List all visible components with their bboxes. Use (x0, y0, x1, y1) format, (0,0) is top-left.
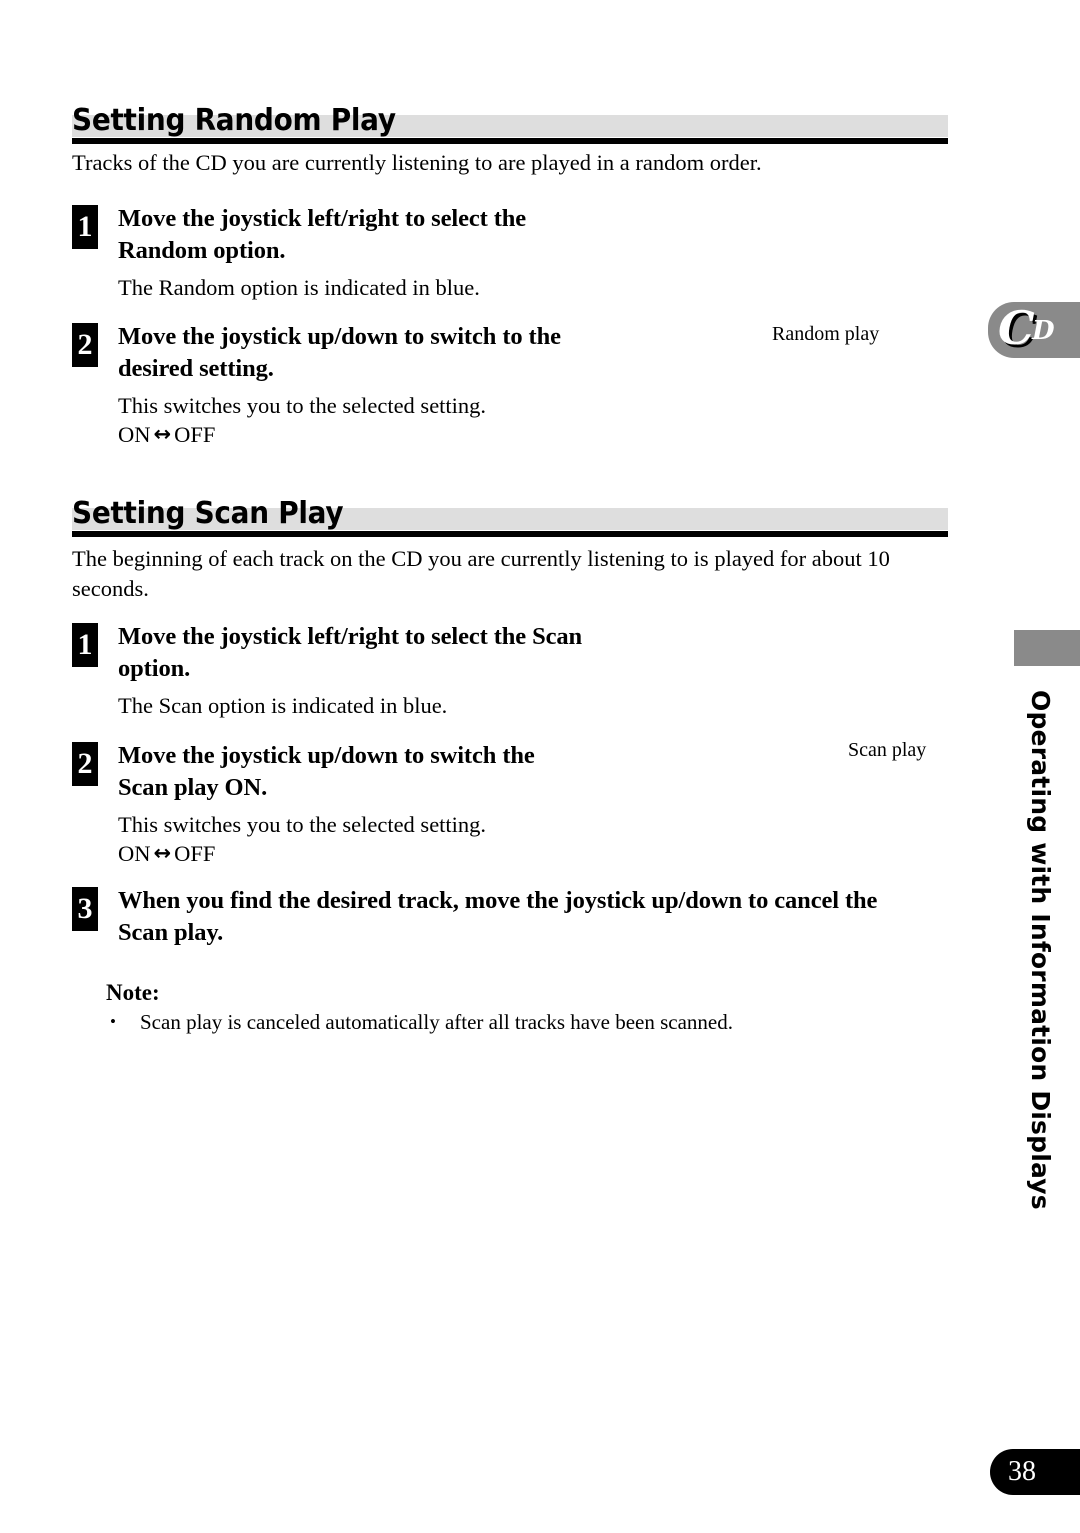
toggle-values-on-off: ON ↔ OFF (118, 839, 486, 869)
step-title-line-2: Scan play ON. (118, 774, 268, 801)
manual-page: Setting Random Play Tracks of the CD you… (0, 0, 1080, 1533)
step-title-line-2: Random option. (118, 237, 286, 264)
heading-underline-rule (72, 531, 948, 537)
step-number-badge: 2 (72, 742, 98, 786)
step-title: Move the joystick up/down to switch the … (118, 740, 535, 804)
step-number-badge: 3 (72, 887, 98, 931)
toggle-values-on-off: ON ↔ OFF (118, 420, 486, 450)
section-title-random-play: Setting Random Play (72, 103, 396, 138)
heading-underline-rule (72, 138, 948, 144)
section-intro-line-1: The beginning of each track on the CD yo… (72, 546, 890, 571)
step-detail-text: This switches you to the selected settin… (118, 812, 487, 837)
step-detail: The Random option is indicated in blue. (118, 275, 480, 300)
toggle-value-off: OFF (174, 841, 216, 866)
step-detail-text: This switches you to the selected settin… (118, 393, 487, 418)
section-intro-random-play: Tracks of the CD you are currently liste… (72, 150, 762, 175)
cd-letter-c-icon: C (998, 301, 1035, 355)
step-detail: This switches you to the selected settin… (118, 391, 486, 450)
step-title-line-2: Scan play. (118, 919, 224, 946)
caption-scan-play: Scan play (848, 739, 927, 761)
step-title: Move the joystick left/right to select t… (118, 621, 582, 685)
step-detail: The Scan option is indicated in blue. (118, 693, 448, 718)
step-title: Move the joystick left/right to select t… (118, 203, 526, 267)
chapter-tab-marker (1014, 630, 1080, 666)
section-intro-scan-play: The beginning of each track on the CD yo… (72, 544, 962, 604)
section-title-scan-play: Setting Scan Play (72, 496, 344, 531)
toggle-value-off: OFF (174, 422, 216, 447)
step-title-line-1: When you find the desired track, move th… (118, 887, 878, 914)
note-title: Note: (106, 980, 160, 1005)
toggle-value-on: ON (118, 841, 151, 866)
note-block: Note: • Scan play is canceled automatica… (106, 979, 926, 1036)
step-title-line-2: option. (118, 655, 191, 682)
page-number-tab: 38 (990, 1449, 1080, 1495)
step-title-line-1: Move the joystick left/right to select t… (118, 205, 527, 232)
bullet-icon: • (110, 1012, 116, 1031)
section-intro-line-2: seconds. (72, 576, 149, 601)
step-title-line-1: Move the joystick up/down to switch to t… (118, 323, 561, 350)
note-list-item: • Scan play is canceled automatically af… (106, 1008, 926, 1036)
caption-random-play: Random play (772, 323, 880, 345)
toggle-value-on: ON (118, 422, 151, 447)
section-heading-scan-play: Setting Scan Play (72, 493, 948, 537)
step-number-badge: 1 (72, 205, 98, 249)
step-title: When you find the desired track, move th… (118, 885, 877, 949)
note-item-text: Scan play is canceled automatically afte… (140, 1010, 733, 1034)
step-title: Move the joystick up/down to switch to t… (118, 321, 561, 385)
step-number-badge: 2 (72, 323, 98, 367)
step-title-line-2: desired setting. (118, 355, 274, 382)
step-title-line-1: Move the joystick up/down to switch the (118, 742, 535, 769)
page-number: 38 (1008, 1456, 1036, 1487)
chapter-tab-label: Operating with Information Displays (1026, 690, 1055, 1210)
cd-letter-d-icon: D (1032, 316, 1055, 346)
step-detail: This switches you to the selected settin… (118, 810, 486, 869)
section-heading-random-play: Setting Random Play (72, 100, 948, 144)
double-arrow-icon: ↔ (153, 841, 172, 865)
cd-media-marker-tab: C D (988, 301, 1080, 358)
step-title-line-1: Move the joystick left/right to select t… (118, 623, 583, 650)
double-arrow-icon: ↔ (153, 422, 172, 446)
step-number-badge: 1 (72, 623, 98, 667)
